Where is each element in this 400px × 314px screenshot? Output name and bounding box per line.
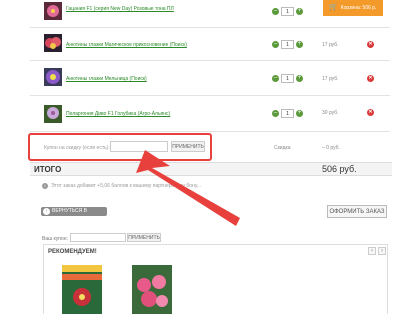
product-price: 30 руб.: [322, 110, 339, 116]
product-thumbnail[interactable]: [44, 105, 62, 123]
product-name-link[interactable]: Анютины глазки Магическое прикосновение …: [66, 42, 187, 48]
arrow-left-icon: ‹: [43, 208, 50, 215]
decrease-button[interactable]: –: [272, 7, 279, 15]
product-name-link[interactable]: Анютины глазки Мельница (Поиск): [66, 76, 147, 82]
quantity-input[interactable]: 1: [281, 108, 294, 118]
decrease-button[interactable]: –: [272, 74, 279, 82]
product-thumbnail[interactable]: [44, 68, 62, 86]
back-to-shop-button[interactable]: ‹ ВЕРНУТЬСЯ В МАГАЗИН: [41, 207, 107, 223]
increase-button[interactable]: +: [296, 7, 303, 15]
checkout-button[interactable]: ОФОРМИТЬ ЗАКАЗ: [327, 205, 387, 218]
recommended-product-image[interactable]: [132, 265, 172, 314]
product-price: 17 руб.: [322, 42, 339, 48]
quantity-stepper[interactable]: – 1 +: [272, 73, 303, 83]
your-coupon-input[interactable]: [70, 233, 126, 242]
discount-label: Скидка: [274, 145, 291, 151]
highlight-box: [28, 133, 212, 161]
total-value: 506 руб.: [322, 164, 357, 174]
total-bar: ИТОГО 506 руб.: [30, 162, 392, 176]
quantity-input[interactable]: 1: [281, 39, 294, 49]
quantity-stepper[interactable]: – 1 +: [272, 39, 303, 49]
recommended-product-image[interactable]: [62, 265, 102, 314]
recommended-panel: РЕКОМЕНДУЕМ! ‹ ›: [43, 244, 388, 314]
increase-button[interactable]: +: [296, 74, 303, 82]
discount-value: – 0 руб.: [322, 145, 340, 151]
divider: [30, 131, 390, 132]
cart-row: Анютины глазки Мельница (Поиск) – 1 + 17…: [0, 63, 400, 91]
increase-button[interactable]: +: [296, 109, 303, 117]
divider: [30, 27, 390, 28]
product-thumbnail[interactable]: [44, 2, 62, 20]
chevron-right-icon[interactable]: ›: [378, 247, 386, 255]
decrease-button[interactable]: –: [272, 109, 279, 117]
chevron-left-icon[interactable]: ‹: [368, 247, 376, 255]
remove-icon[interactable]: ✕: [367, 109, 374, 116]
quantity-stepper[interactable]: – 1 +: [272, 6, 303, 16]
remove-icon[interactable]: ✕: [367, 75, 374, 82]
quantity-input[interactable]: 1: [281, 6, 294, 16]
product-thumbnail[interactable]: [44, 34, 62, 52]
back-button-label: ВЕРНУТЬСЯ В МАГАЗИН: [52, 208, 87, 223]
total-label: ИТОГО: [34, 165, 62, 174]
info-icon: i: [42, 183, 48, 189]
quantity-input[interactable]: 1: [281, 73, 294, 83]
divider: [30, 60, 390, 61]
remove-icon[interactable]: ✕: [367, 41, 374, 48]
decrease-button[interactable]: –: [272, 40, 279, 48]
recommended-title: РЕКОМЕНДУЕМ!: [48, 249, 97, 255]
apply-your-coupon-button[interactable]: ПРИМЕНИТЬ: [127, 233, 161, 242]
increase-button[interactable]: +: [296, 40, 303, 48]
cart-row: Пеларгония Диво F1 Голубика (Агро-Альянс…: [0, 98, 400, 128]
bonus-note: Этот заказ добавит +5,06 баллов к вашему…: [51, 183, 201, 189]
product-name-link[interactable]: Гацания F1 (серия New Day) Розовые тона …: [66, 6, 174, 12]
your-coupon-label: Ваш купон:: [42, 236, 68, 242]
divider: [30, 95, 390, 96]
cart-row: Анютины глазки Магическое прикосновение …: [0, 30, 400, 56]
product-name-link[interactable]: Пеларгония Диво F1 Голубика (Агро-Альянс…: [66, 111, 170, 117]
cart-row: Гацания F1 (серия New Day) Розовые тона …: [0, 0, 400, 22]
product-price: 17 руб.: [322, 76, 339, 82]
quantity-stepper[interactable]: – 1 +: [272, 108, 303, 118]
